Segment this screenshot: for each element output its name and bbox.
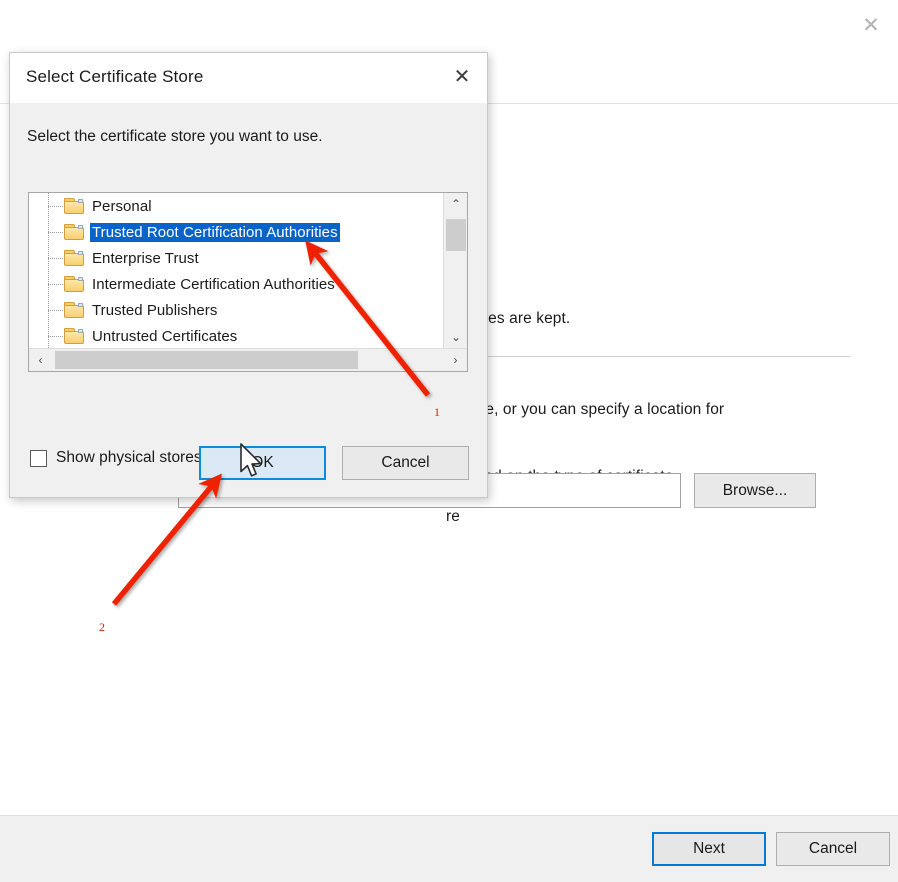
store-list-area[interactable]: Personal Trusted Root Certification Autho… [29, 193, 444, 348]
dialog-cancel-button[interactable]: Cancel [342, 446, 469, 480]
dialog-titlebar: Select Certificate Store ✕ [10, 53, 487, 104]
show-physical-stores-label: Show physical stores [56, 449, 202, 466]
store-item-container: Personal Trusted Root Certification Autho… [29, 193, 444, 348]
scroll-down-icon[interactable]: ⌄ [444, 326, 467, 348]
folder-icon [64, 198, 84, 214]
wizard-text-line-4: re [446, 508, 460, 525]
cancel-button[interactable]: Cancel [776, 832, 890, 866]
show-physical-stores-checkbox[interactable] [30, 449, 47, 467]
folder-icon [64, 250, 84, 266]
store-item-label: Trusted Root Certification Authorities [90, 222, 340, 242]
window-close-icon[interactable]: ✕ [848, 2, 894, 48]
vertical-scrollbar[interactable]: ⌃ ⌄ [443, 193, 467, 348]
store-item[interactable]: Trusted Publishers [29, 297, 444, 323]
tree-connector-line [48, 232, 63, 233]
store-item-label: Trusted Publishers [92, 301, 218, 319]
tree-connector-line [48, 310, 63, 311]
show-physical-stores-row[interactable]: Show physical stores [30, 449, 202, 467]
folder-icon [64, 302, 84, 318]
next-button[interactable]: Next [652, 832, 766, 866]
store-item-label: Enterprise Trust [92, 249, 199, 267]
folder-icon [64, 224, 84, 240]
certificate-store-listbox[interactable]: Personal Trusted Root Certification Autho… [28, 192, 468, 372]
dialog-close-icon[interactable]: ✕ [439, 53, 485, 101]
browse-button[interactable]: Browse... [694, 473, 816, 508]
select-certificate-store-dialog: Select Certificate Store ✕ Select the ce… [9, 52, 488, 498]
dialog-prompt-text: Select the certificate store you want to… [27, 128, 323, 145]
store-item[interactable]: Personal [29, 193, 444, 219]
scroll-right-icon[interactable]: › [444, 349, 467, 371]
selected-store-item[interactable]: Trusted Root Certification Authorities [29, 219, 444, 245]
mouse-cursor [240, 443, 262, 477]
horizontal-scrollbar[interactable]: ‹ › [29, 348, 467, 371]
wizard-footer: Next Cancel [0, 815, 898, 882]
scroll-left-icon[interactable]: ‹ [29, 349, 52, 371]
store-item[interactable]: Untrusted Certificates [29, 323, 444, 348]
store-item[interactable]: Intermediate Certification Authorities [29, 271, 444, 297]
tree-connector-line [48, 206, 63, 207]
folder-icon [64, 328, 84, 344]
store-item-label: Personal [92, 197, 152, 215]
store-item[interactable]: Enterprise Trust [29, 245, 444, 271]
store-item-label: Untrusted Certificates [92, 327, 238, 345]
scroll-up-icon[interactable]: ⌃ [444, 193, 467, 215]
tree-connector-line [48, 284, 63, 285]
tree-connector-line [48, 258, 63, 259]
horizontal-scrollbar-thumb[interactable] [55, 351, 358, 369]
vertical-scrollbar-thumb[interactable] [446, 219, 466, 251]
store-item-label: Intermediate Certification Authorities [92, 275, 335, 293]
tree-connector-line [48, 336, 63, 337]
folder-icon [64, 276, 84, 292]
dialog-title: Select Certificate Store [26, 67, 204, 86]
section-divider [440, 356, 850, 357]
